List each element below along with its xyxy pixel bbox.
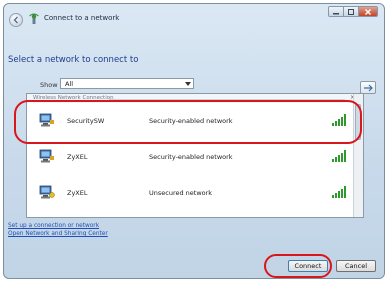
list-scrollbar[interactable]	[353, 94, 363, 217]
page-heading: Select a network to connect to	[8, 55, 139, 65]
show-label: Show	[40, 81, 58, 89]
setup-connection-link[interactable]: Set up a connection or network	[8, 222, 108, 230]
window-title: Connect to a network	[44, 14, 120, 22]
network-sharing-center-link[interactable]: Open Network and Sharing Center	[8, 230, 108, 238]
network-name: ZyXEL	[67, 153, 88, 161]
secured-network-icon	[39, 149, 54, 163]
unsecured-network-icon	[39, 185, 55, 199]
network-row[interactable]: ZyXEL Unsecured network	[27, 176, 356, 212]
minimize-icon	[333, 12, 339, 14]
chevron-down-icon	[185, 82, 191, 86]
network-security: Security-enabled network	[149, 153, 233, 161]
network-row[interactable]: SecuritySW Security-enabled network	[27, 104, 356, 140]
back-button[interactable]	[9, 13, 23, 27]
close-icon	[365, 8, 371, 15]
secured-network-icon	[39, 113, 54, 127]
signal-bars-icon	[332, 114, 346, 126]
minimize-button[interactable]	[329, 7, 344, 16]
show-dropdown-value: All	[65, 80, 74, 88]
network-row[interactable]: ZyXEL Security-enabled network	[27, 140, 356, 176]
caption-buttons	[328, 6, 378, 17]
back-arrow-icon	[13, 16, 18, 24]
show-dropdown[interactable]: All	[60, 78, 194, 89]
connect-button[interactable]: Connect	[288, 260, 328, 272]
network-icon	[29, 13, 39, 24]
signal-bars-icon	[332, 186, 346, 198]
network-name: SecuritySW	[67, 117, 105, 125]
group-header: Wireless Network Connection ×	[27, 94, 363, 103]
maximize-button[interactable]	[344, 7, 359, 16]
network-security: Security-enabled network	[149, 117, 233, 125]
title-bar: Connect to a network	[4, 4, 384, 34]
signal-bars-icon	[332, 150, 346, 162]
network-security: Unsecured network	[149, 189, 213, 197]
cancel-button[interactable]: Cancel	[336, 260, 376, 272]
network-name: ZyXEL	[67, 189, 88, 197]
scrollbar-thumb[interactable]	[355, 104, 361, 140]
maximize-icon	[348, 8, 354, 15]
group-divider	[109, 99, 345, 100]
group-header-label: Wireless Network Connection	[33, 95, 114, 101]
network-list: Wireless Network Connection × SecuritySW…	[26, 93, 364, 218]
close-button[interactable]	[359, 7, 377, 16]
footer-links: Set up a connection or network Open Netw…	[8, 222, 108, 238]
refresh-icon	[364, 84, 373, 92]
